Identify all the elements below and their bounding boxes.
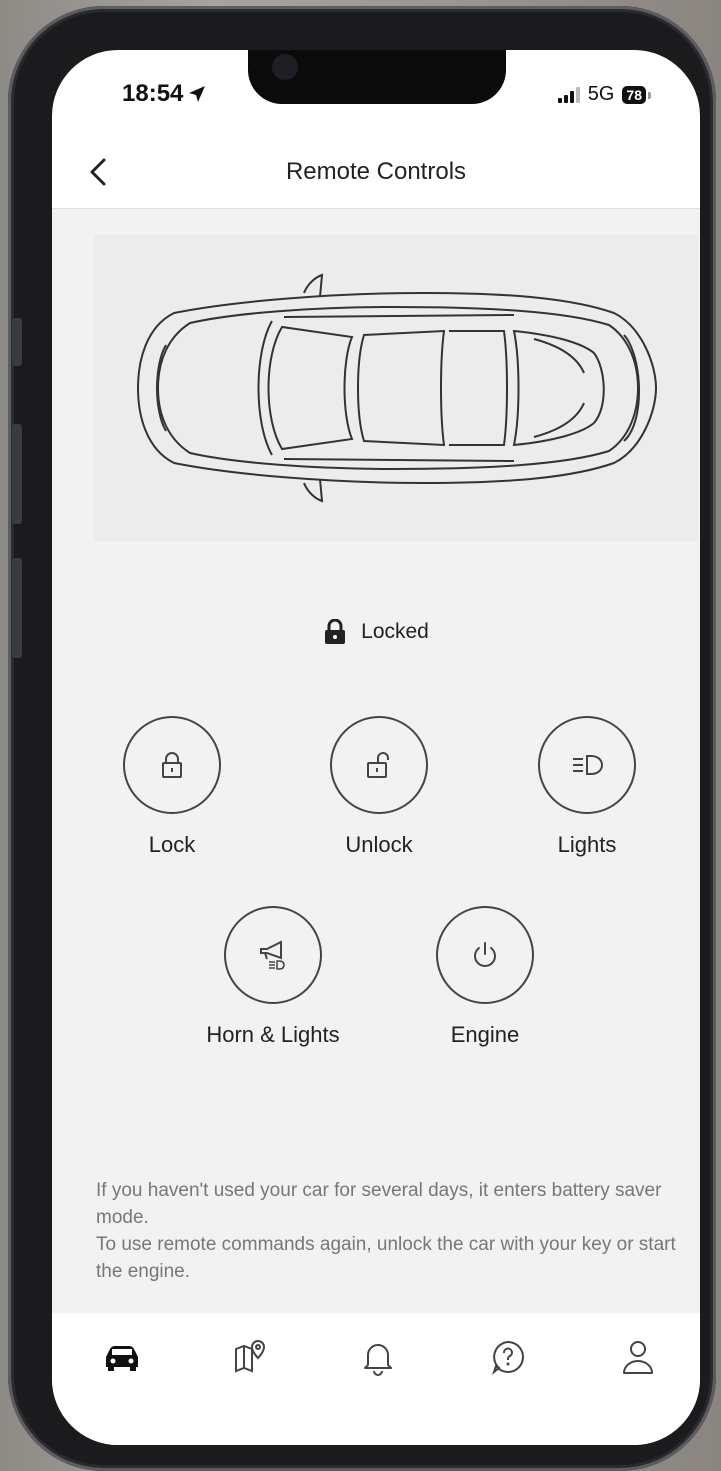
main-content: Locked Lock Unlock Lights Horn & Lights … <box>52 209 700 1313</box>
car-image-panel <box>94 235 698 541</box>
car-icon <box>106 1346 138 1371</box>
info-line-1: If you haven't used your car for several… <box>96 1180 662 1228</box>
power-icon <box>474 942 496 967</box>
horn-lights-control[interactable]: Horn & Lights <box>183 906 363 1048</box>
phone-frame: 18:54 5G 78 Remote Controls Locked Lock … <box>8 6 716 1471</box>
front-camera <box>272 54 298 80</box>
location-arrow-icon <box>189 86 206 102</box>
unlock-label: Unlock <box>345 832 413 857</box>
page-title: Remote Controls <box>285 158 467 185</box>
phone-side-button <box>12 318 22 366</box>
unlock-control[interactable]: Unlock <box>289 716 469 858</box>
nav-header: Remote Controls <box>52 146 700 209</box>
lock-button[interactable] <box>123 716 221 814</box>
lock-label: Lock <box>148 832 196 857</box>
tab-map[interactable] <box>228 1335 272 1379</box>
lock-control[interactable]: Lock <box>82 716 262 858</box>
engine-label: Engine <box>450 1022 520 1047</box>
battery-saver-info: If you haven't used your car for several… <box>96 1177 676 1285</box>
network-type: 5G <box>587 83 615 105</box>
battery-icon: 78 <box>622 85 651 104</box>
notch <box>248 50 506 104</box>
lights-control[interactable]: Lights <box>497 716 677 858</box>
tab-help[interactable] <box>486 1335 530 1379</box>
lights-label: Lights <box>557 832 617 857</box>
lock-filled-icon <box>325 619 346 644</box>
status-time: 18:54 <box>122 80 207 108</box>
horn-lights-label: Horn & Lights <box>206 1022 340 1047</box>
horn-icon <box>260 940 285 970</box>
tab-profile[interactable] <box>616 1335 660 1379</box>
status-time-text: 18:54 <box>122 80 184 107</box>
bottom-tab-bar <box>52 1313 700 1445</box>
car-top-view-icon <box>136 273 658 503</box>
tab-vehicle[interactable] <box>100 1335 144 1379</box>
horn-lights-button[interactable] <box>224 906 322 1004</box>
engine-button[interactable] <box>436 906 534 1004</box>
tab-notifications[interactable] <box>356 1335 400 1379</box>
lights-button[interactable] <box>538 716 636 814</box>
lock-status: Locked <box>52 619 700 645</box>
signal-icon <box>557 86 580 103</box>
headlight-icon <box>573 755 604 775</box>
user-icon <box>623 1341 653 1374</box>
engine-control[interactable]: Engine <box>395 906 575 1048</box>
unlock-button[interactable] <box>330 716 428 814</box>
status-indicators: 5G 78 <box>557 83 651 106</box>
help-icon <box>491 1340 524 1375</box>
phone-side-button <box>12 424 22 524</box>
lock-open-icon <box>367 752 389 778</box>
phone-side-button <box>12 558 22 658</box>
info-line-2: To use remote commands again, unlock the… <box>96 1234 676 1282</box>
phone-screen: 18:54 5G 78 Remote Controls Locked Lock … <box>52 50 700 1445</box>
bell-icon <box>364 1344 392 1376</box>
map-pin-icon <box>235 1339 266 1373</box>
lock-closed-icon <box>162 752 182 778</box>
lock-status-text: Locked <box>361 620 429 643</box>
